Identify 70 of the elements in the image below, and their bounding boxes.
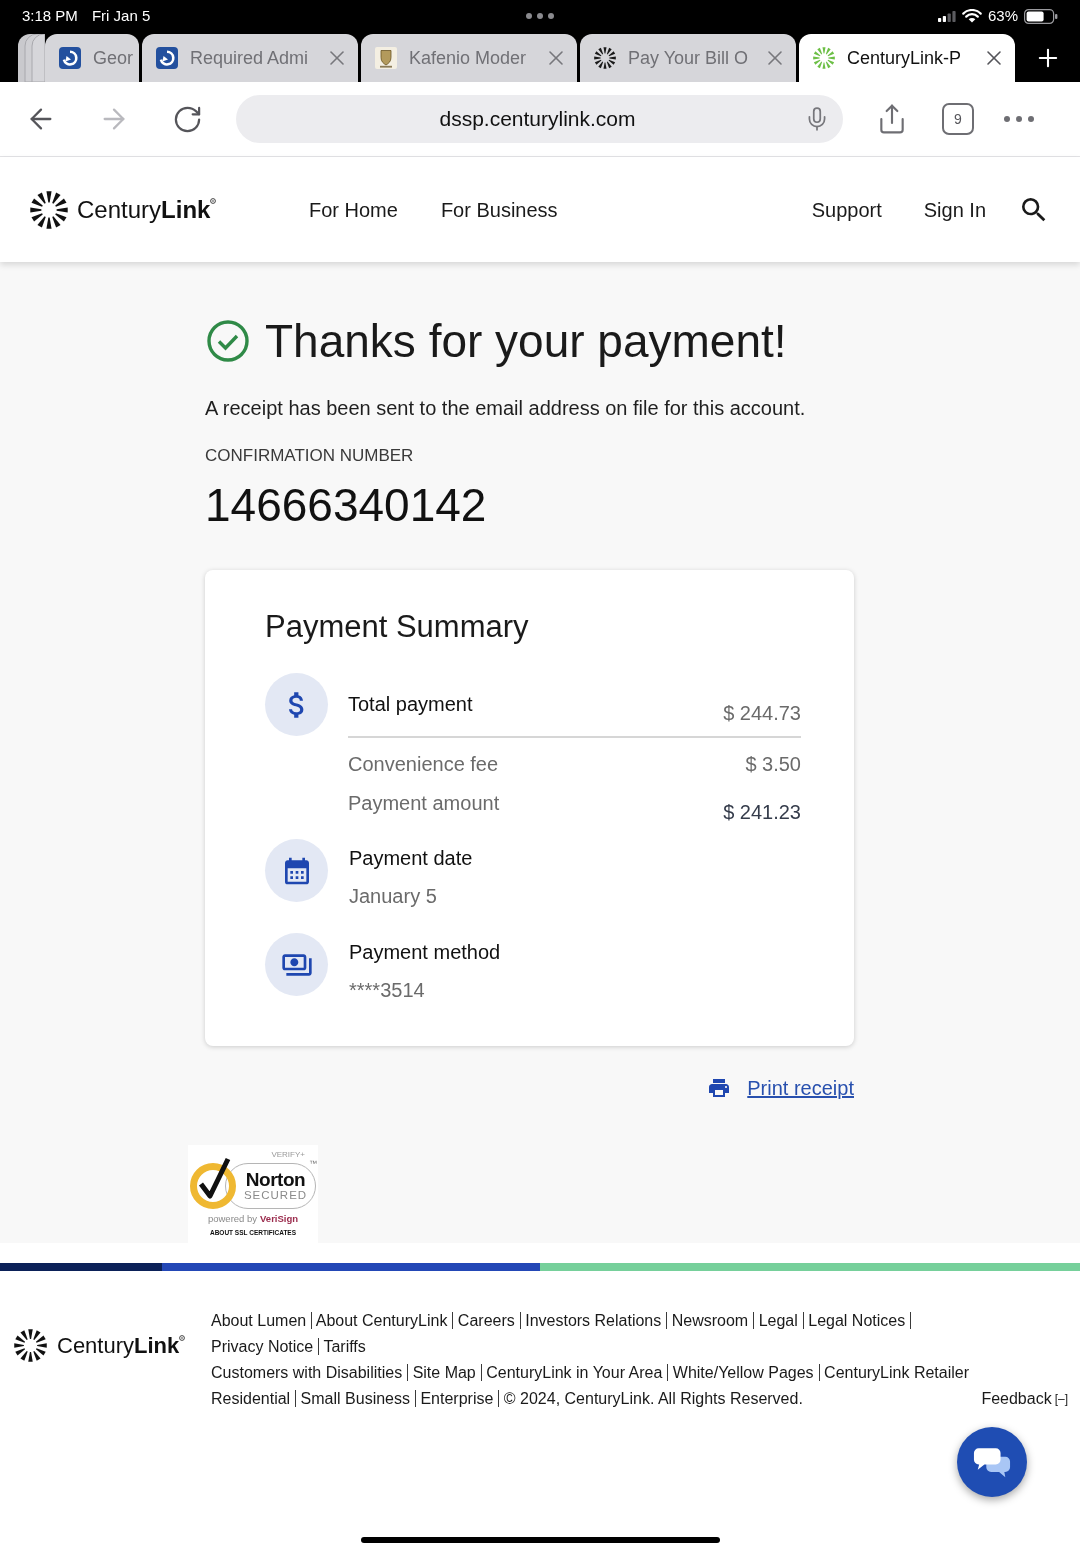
confirmation-label: CONFIRMATION NUMBER [205, 445, 414, 467]
registered-mark-icon [179, 1335, 186, 1341]
detail-label: Payment amount [348, 791, 500, 816]
seal-tagline: VERIFY+ [271, 1150, 305, 1159]
battery-percent: 63% [987, 5, 1018, 26]
detail-amount: $ 3.50 [745, 752, 801, 777]
footer-link[interactable]: CenturyLink in Your Area [486, 1364, 663, 1381]
summary-amount: $ 244.73 [723, 701, 801, 726]
nav-link[interactable]: For Business [440, 194, 558, 225]
confirmation-heading: Thanks for your payment! [265, 314, 787, 369]
starburst-logo-icon [30, 190, 68, 229]
footer-brand-logo-link[interactable]: CenturyLink [14, 1329, 211, 1362]
card-title: Payment Summary [265, 608, 530, 646]
swirl-tile-icon [156, 47, 178, 69]
seal-partner: VeriSign [260, 1213, 299, 1225]
tab-count-button[interactable]: 9 [942, 103, 974, 135]
check-circle-icon [207, 320, 249, 362]
status-time: 3:18 PM [22, 5, 78, 26]
swirl-tile-icon [59, 47, 81, 69]
footer-link[interactable]: Residential [211, 1390, 291, 1407]
confirmation-number: 14666340142 [205, 478, 487, 533]
footer-link[interactable]: About Lumen [211, 1312, 307, 1329]
battery-icon [1024, 8, 1058, 24]
footer-link[interactable]: Site Map [412, 1364, 476, 1381]
wifi-icon [961, 9, 982, 23]
nav-link[interactable]: Support [811, 194, 882, 225]
seal-brand: Norton [245, 1170, 306, 1189]
footer-link[interactable]: Legal [758, 1312, 798, 1329]
address-field[interactable]: dssp.centurylink.com [236, 95, 843, 143]
footer-link[interactable]: Legal Notices [808, 1312, 906, 1329]
status-date: Fri Jan 5 [91, 5, 151, 26]
seal-status: SECURED [243, 1189, 308, 1202]
trademark-mark: ™ [309, 1159, 317, 1168]
starburst-logo-icon [14, 1329, 47, 1362]
footer-link[interactable]: Customers with Disabilities [211, 1364, 403, 1381]
nav-link[interactable]: For Home [309, 194, 398, 225]
brand-logo-link[interactable]: CenturyLink [30, 190, 217, 229]
nav-link[interactable]: Sign In [923, 194, 986, 225]
footer-link[interactable]: Enterprise [420, 1390, 494, 1407]
chat-bubbles-icon [973, 1446, 1011, 1478]
summary-label: Total payment [348, 692, 473, 717]
footer-link[interactable]: Newsroom [671, 1312, 749, 1329]
footer-link[interactable]: White/Yellow Pages [672, 1364, 814, 1381]
feedback-button[interactable]: Feedback [–] [981, 1386, 1068, 1412]
footer-link[interactable]: Small Business [300, 1390, 410, 1407]
detail-label: Convenience fee [348, 752, 499, 777]
copyright-text: © 2024, CenturyLink. All Rights Reserved. [503, 1390, 803, 1407]
detail-amount: $ 241.23 [723, 800, 801, 825]
multitasking-dots-icon[interactable] [526, 13, 554, 19]
receipt-message: A receipt has been sent to the email address on file for this account. [205, 396, 806, 421]
summary-value: ****3514 [349, 978, 425, 1003]
print-receipt-link[interactable]: Print receipt [747, 1074, 854, 1102]
summary-label: Payment date [349, 846, 473, 871]
more-icon [1004, 116, 1034, 122]
footer-link[interactable]: Tariffs [323, 1338, 366, 1355]
footer-link[interactable]: About CenturyLink [315, 1312, 448, 1329]
browser-tab[interactable]: CenturyLink-P [799, 34, 1015, 82]
footer-link[interactable]: Careers [457, 1312, 515, 1329]
seal-powered-by: powered by [207, 1213, 258, 1225]
footer-link[interactable]: CenturyLink Retailer [824, 1364, 970, 1381]
summary-value: January 5 [349, 884, 437, 909]
crest-icon [375, 47, 397, 69]
summary-label: Payment method [349, 940, 501, 965]
printer-icon [707, 1076, 732, 1100]
registered-mark-icon [210, 197, 217, 204]
footer-link[interactable]: Investors Relations [525, 1312, 662, 1329]
footer-link[interactable]: Privacy Notice [211, 1338, 314, 1355]
signal-icon [937, 10, 956, 22]
browser-tab[interactable]: Pay Your Bill O [580, 34, 796, 82]
tab-stack-drawing[interactable] [18, 34, 45, 82]
